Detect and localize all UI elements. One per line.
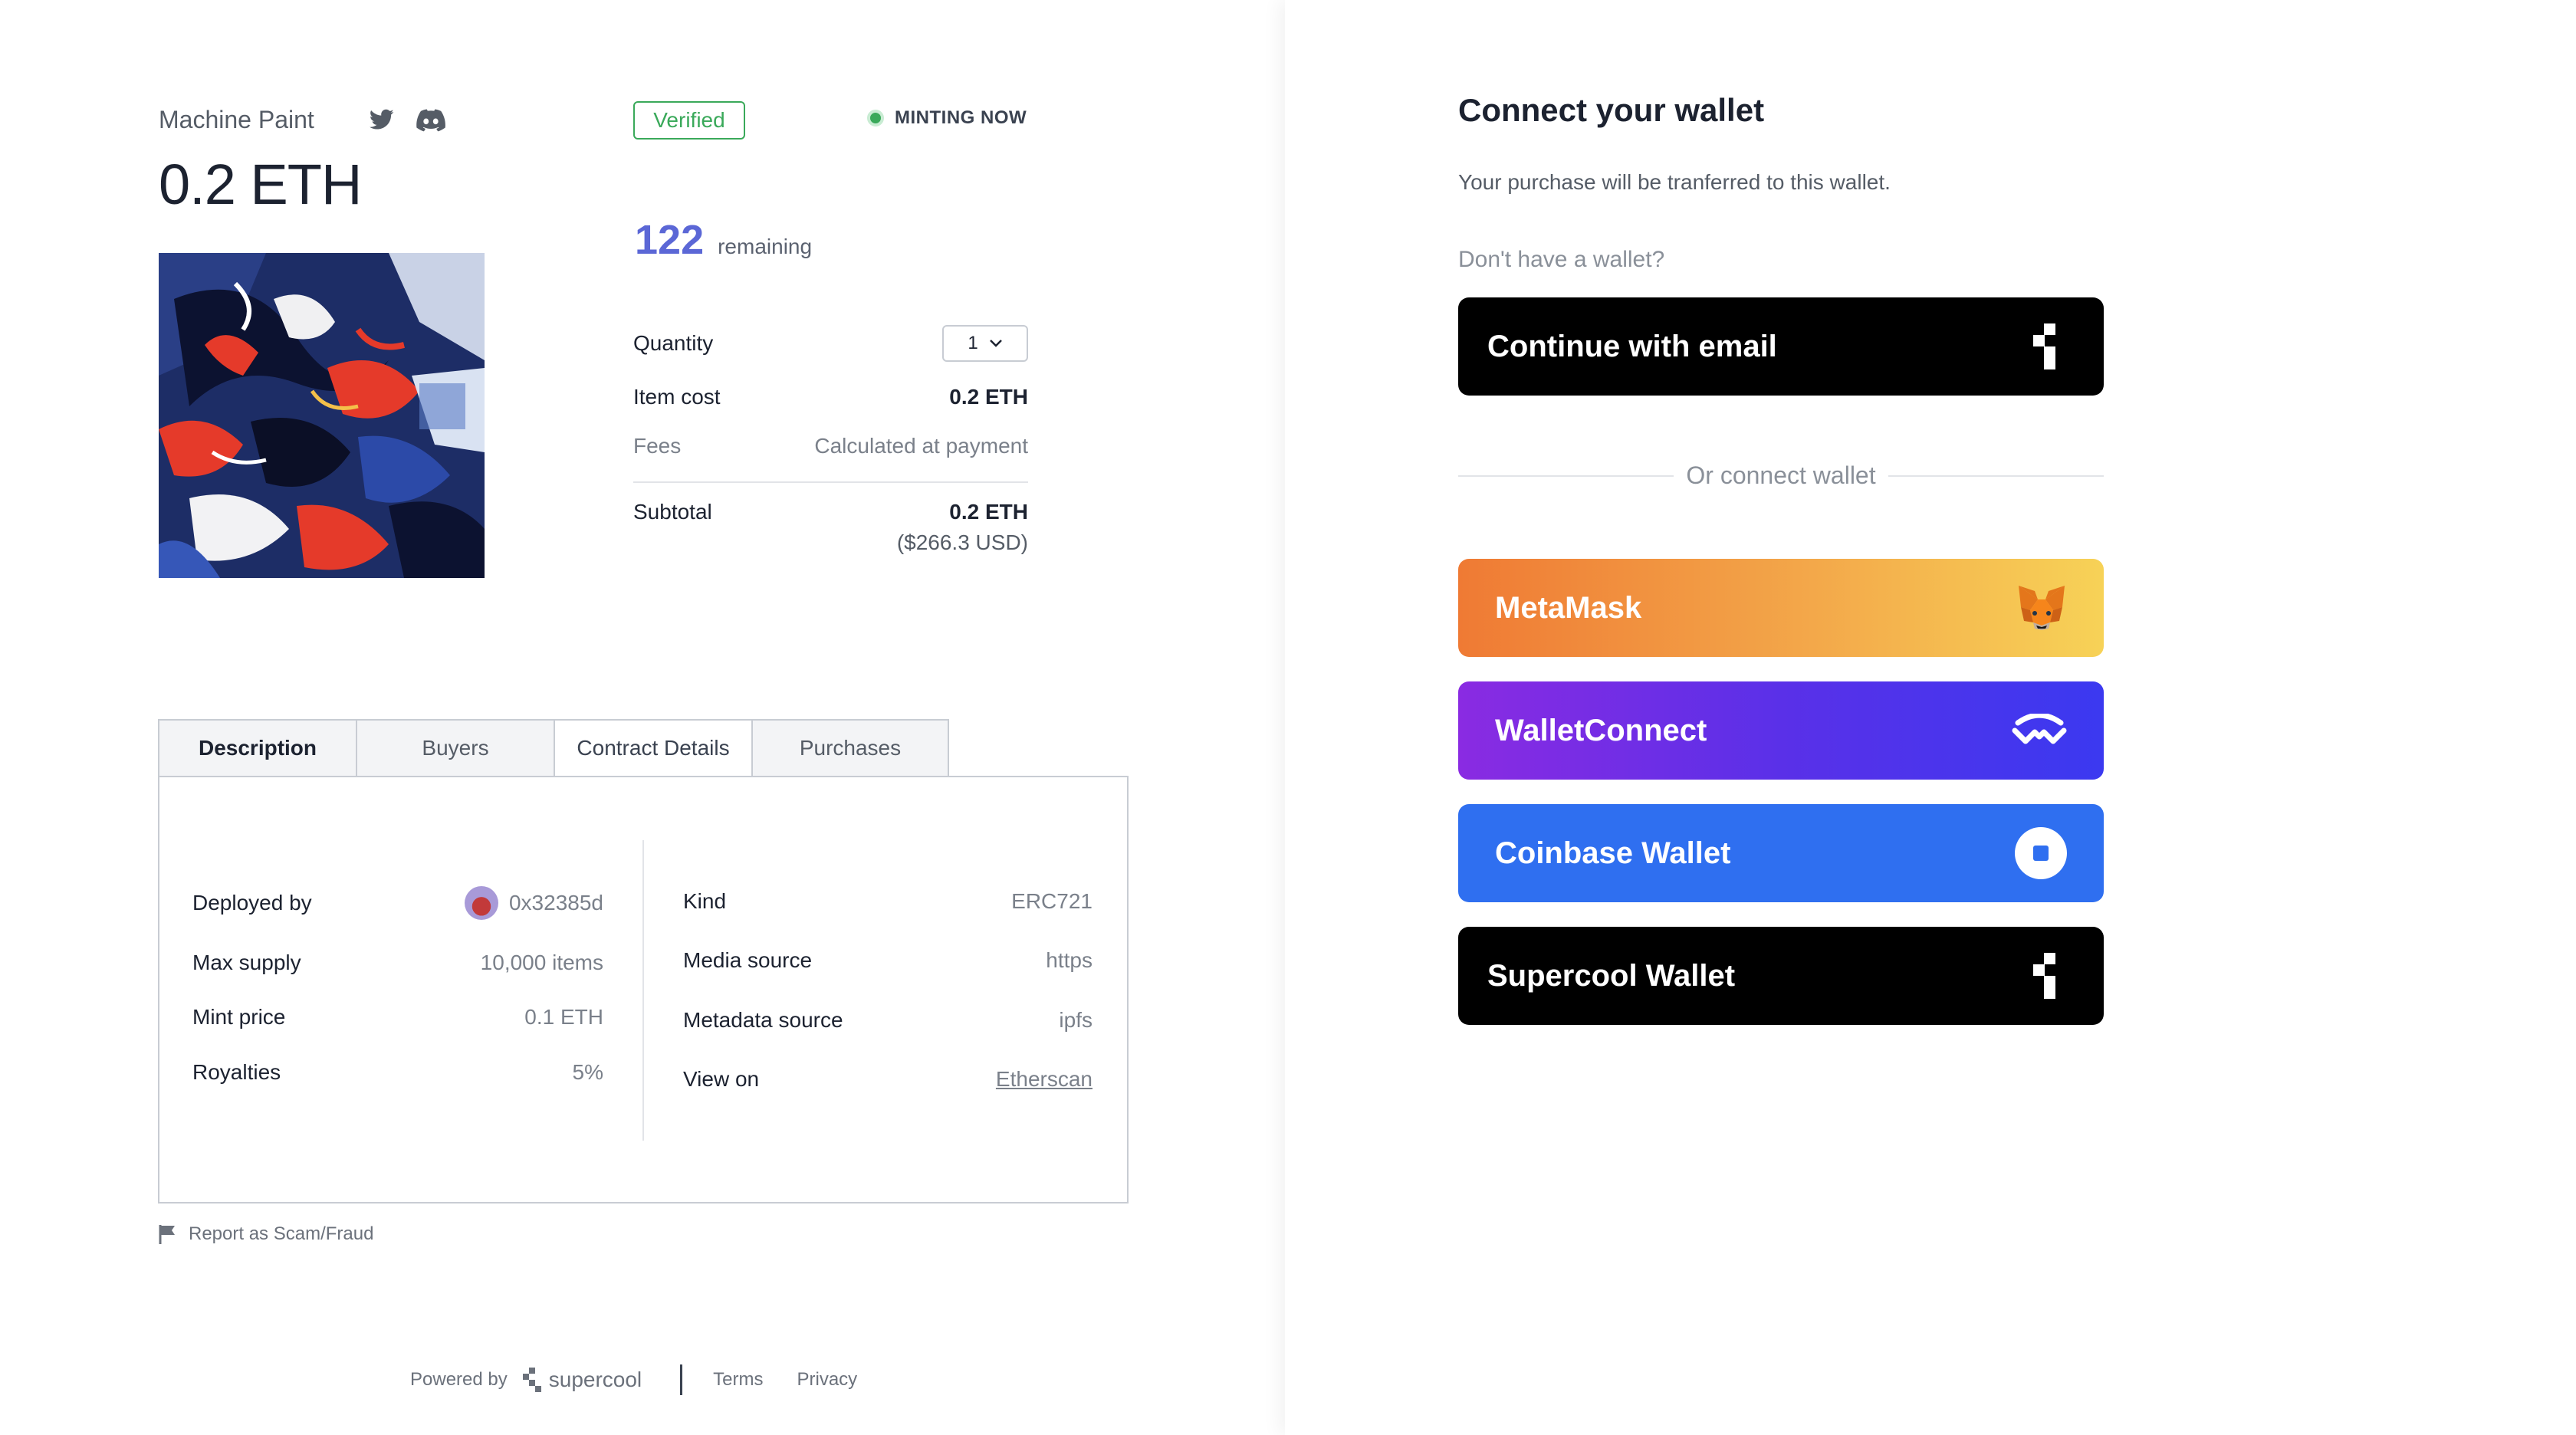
supercool-brand[interactable]: supercool <box>522 1368 642 1392</box>
powered-by-label: Powered by <box>410 1369 508 1390</box>
report-label: Report as Scam/Fraud <box>189 1223 374 1244</box>
detail-value: ipfs <box>1059 1008 1092 1032</box>
detail-label: Mint price <box>192 1005 286 1029</box>
verified-badge: Verified <box>633 101 745 140</box>
metamask-fox-icon <box>2019 586 2065 630</box>
continue-with-email-label: Continue with email <box>1487 329 1777 363</box>
twitter-icon[interactable] <box>370 109 394 130</box>
walletconnect-icon <box>2012 714 2067 744</box>
deployer[interactable]: 0x32385d <box>464 886 603 920</box>
detail-label: Max supply <box>192 951 301 974</box>
detail-media-source: Media source https <box>683 948 1092 973</box>
subtotal-usd: ($266.3 USD) <box>896 530 1028 554</box>
coinbase-wallet-button[interactable]: Coinbase Wallet <box>1458 804 2104 902</box>
tab-contract-details[interactable]: Contract Details <box>554 719 751 777</box>
walletconnect-label: WalletConnect <box>1495 713 1707 747</box>
collection-name[interactable]: Machine Paint <box>159 106 314 134</box>
details-tabs: Description Buyers Contract Details Purc… <box>158 719 949 777</box>
detail-deployed-by: Deployed by 0x32385d <box>192 886 603 920</box>
coinbase-icon <box>2015 827 2067 879</box>
item-cost-row: Item cost 0.2 ETH <box>633 385 1028 409</box>
detail-view-on: View on Etherscan <box>683 1067 1092 1092</box>
chevron-down-icon <box>989 340 1002 347</box>
artwork-image <box>159 253 485 578</box>
minting-status-label: MINTING NOW <box>895 107 1027 128</box>
supercool-logo-icon <box>522 1368 541 1392</box>
detail-kind: Kind ERC721 <box>683 889 1092 914</box>
flag-icon <box>159 1225 175 1244</box>
deployer-address: 0x32385d <box>508 891 603 915</box>
detail-max-supply: Max supply 10,000 items <box>192 951 603 975</box>
detail-label: Deployed by <box>192 891 312 915</box>
artwork-graphic <box>159 253 485 578</box>
detail-mint-price: Mint price 0.1 ETH <box>192 1005 603 1029</box>
privacy-link[interactable]: Privacy <box>797 1369 858 1391</box>
quantity-select[interactable]: 1 <box>942 325 1028 362</box>
avatar <box>464 886 498 920</box>
subtotal-value: 0.2 ETH <box>949 500 1028 524</box>
continue-with-email-button[interactable]: Continue with email <box>1458 297 2104 396</box>
or-connect-label: Or connect wallet <box>1686 461 1876 489</box>
divider-line <box>1458 475 1674 477</box>
no-wallet-label: Don't have a wallet? <box>1458 247 1665 272</box>
detail-label: Media source <box>683 948 813 972</box>
quantity-row: Quantity 1 <box>633 325 1028 362</box>
supercool-logo-icon <box>2033 323 2055 369</box>
remaining-label: remaining <box>718 235 813 258</box>
metamask-label: MetaMask <box>1495 590 1642 625</box>
status-dot-icon <box>867 110 884 126</box>
detail-label: Kind <box>683 889 727 913</box>
detail-label: View on <box>683 1067 760 1091</box>
report-link[interactable]: Report as Scam/Fraud <box>158 1223 373 1245</box>
detail-value: https <box>1046 948 1092 972</box>
minting-status: MINTING NOW <box>867 107 1027 129</box>
detail-metadata-source: Metadata source ipfs <box>683 1008 1092 1033</box>
supercool-logo-icon <box>2033 953 2055 999</box>
discord-icon[interactable] <box>416 109 445 132</box>
detail-value: ERC721 <box>1011 889 1092 913</box>
tab-purchases[interactable]: Purchases <box>751 719 949 777</box>
remaining-count: 122 <box>635 217 705 263</box>
subtotal-label: Subtotal <box>633 500 712 524</box>
detail-value: 5% <box>572 1060 603 1084</box>
footer: Powered by supercool Terms Privacy <box>410 1364 891 1395</box>
price-heading: 0.2 ETH <box>159 153 362 216</box>
wallet-title: Connect your wallet <box>1458 92 1765 128</box>
panel-divider <box>642 840 644 1141</box>
walletconnect-button[interactable]: WalletConnect <box>1458 681 2104 780</box>
quantity-label: Quantity <box>633 331 714 355</box>
etherscan-link[interactable]: Etherscan <box>996 1067 1092 1092</box>
or-connect-divider: Or connect wallet <box>1458 461 2104 490</box>
detail-value: 0.1 ETH <box>524 1005 603 1029</box>
subtotal-row: Subtotal 0.2 ETH <box>633 500 1028 524</box>
fees-value: Calculated at payment <box>814 434 1028 458</box>
tab-description[interactable]: Description <box>158 719 356 777</box>
summary-divider <box>633 481 1028 483</box>
supercool-brand-label: supercool <box>548 1368 642 1391</box>
item-cost-value: 0.2 ETH <box>949 385 1028 409</box>
wallet-subtitle: Your purchase will be tranferred to this… <box>1458 170 1891 194</box>
coinbase-wallet-label: Coinbase Wallet <box>1495 836 1731 870</box>
checkout-panel: Machine Paint 0.2 ETH Verified MINTING N… <box>0 0 1285 1435</box>
footer-separator <box>680 1364 683 1395</box>
fees-label: Fees <box>633 434 682 458</box>
detail-label: Metadata source <box>683 1008 843 1032</box>
item-cost-label: Item cost <box>633 385 721 409</box>
metamask-button[interactable]: MetaMask <box>1458 559 2104 657</box>
fees-row: Fees Calculated at payment <box>633 434 1028 458</box>
terms-link[interactable]: Terms <box>713 1369 763 1391</box>
supercool-wallet-button[interactable]: Supercool Wallet <box>1458 927 2104 1025</box>
quantity-value: 1 <box>968 333 978 353</box>
tab-buyers[interactable]: Buyers <box>356 719 554 777</box>
divider-line <box>1888 475 2104 477</box>
remaining-counter: 122 remaining <box>635 216 812 264</box>
detail-value: 10,000 items <box>480 951 603 974</box>
detail-label: Royalties <box>192 1060 281 1084</box>
supercool-wallet-label: Supercool Wallet <box>1487 958 1736 993</box>
detail-royalties: Royalties 5% <box>192 1060 603 1085</box>
